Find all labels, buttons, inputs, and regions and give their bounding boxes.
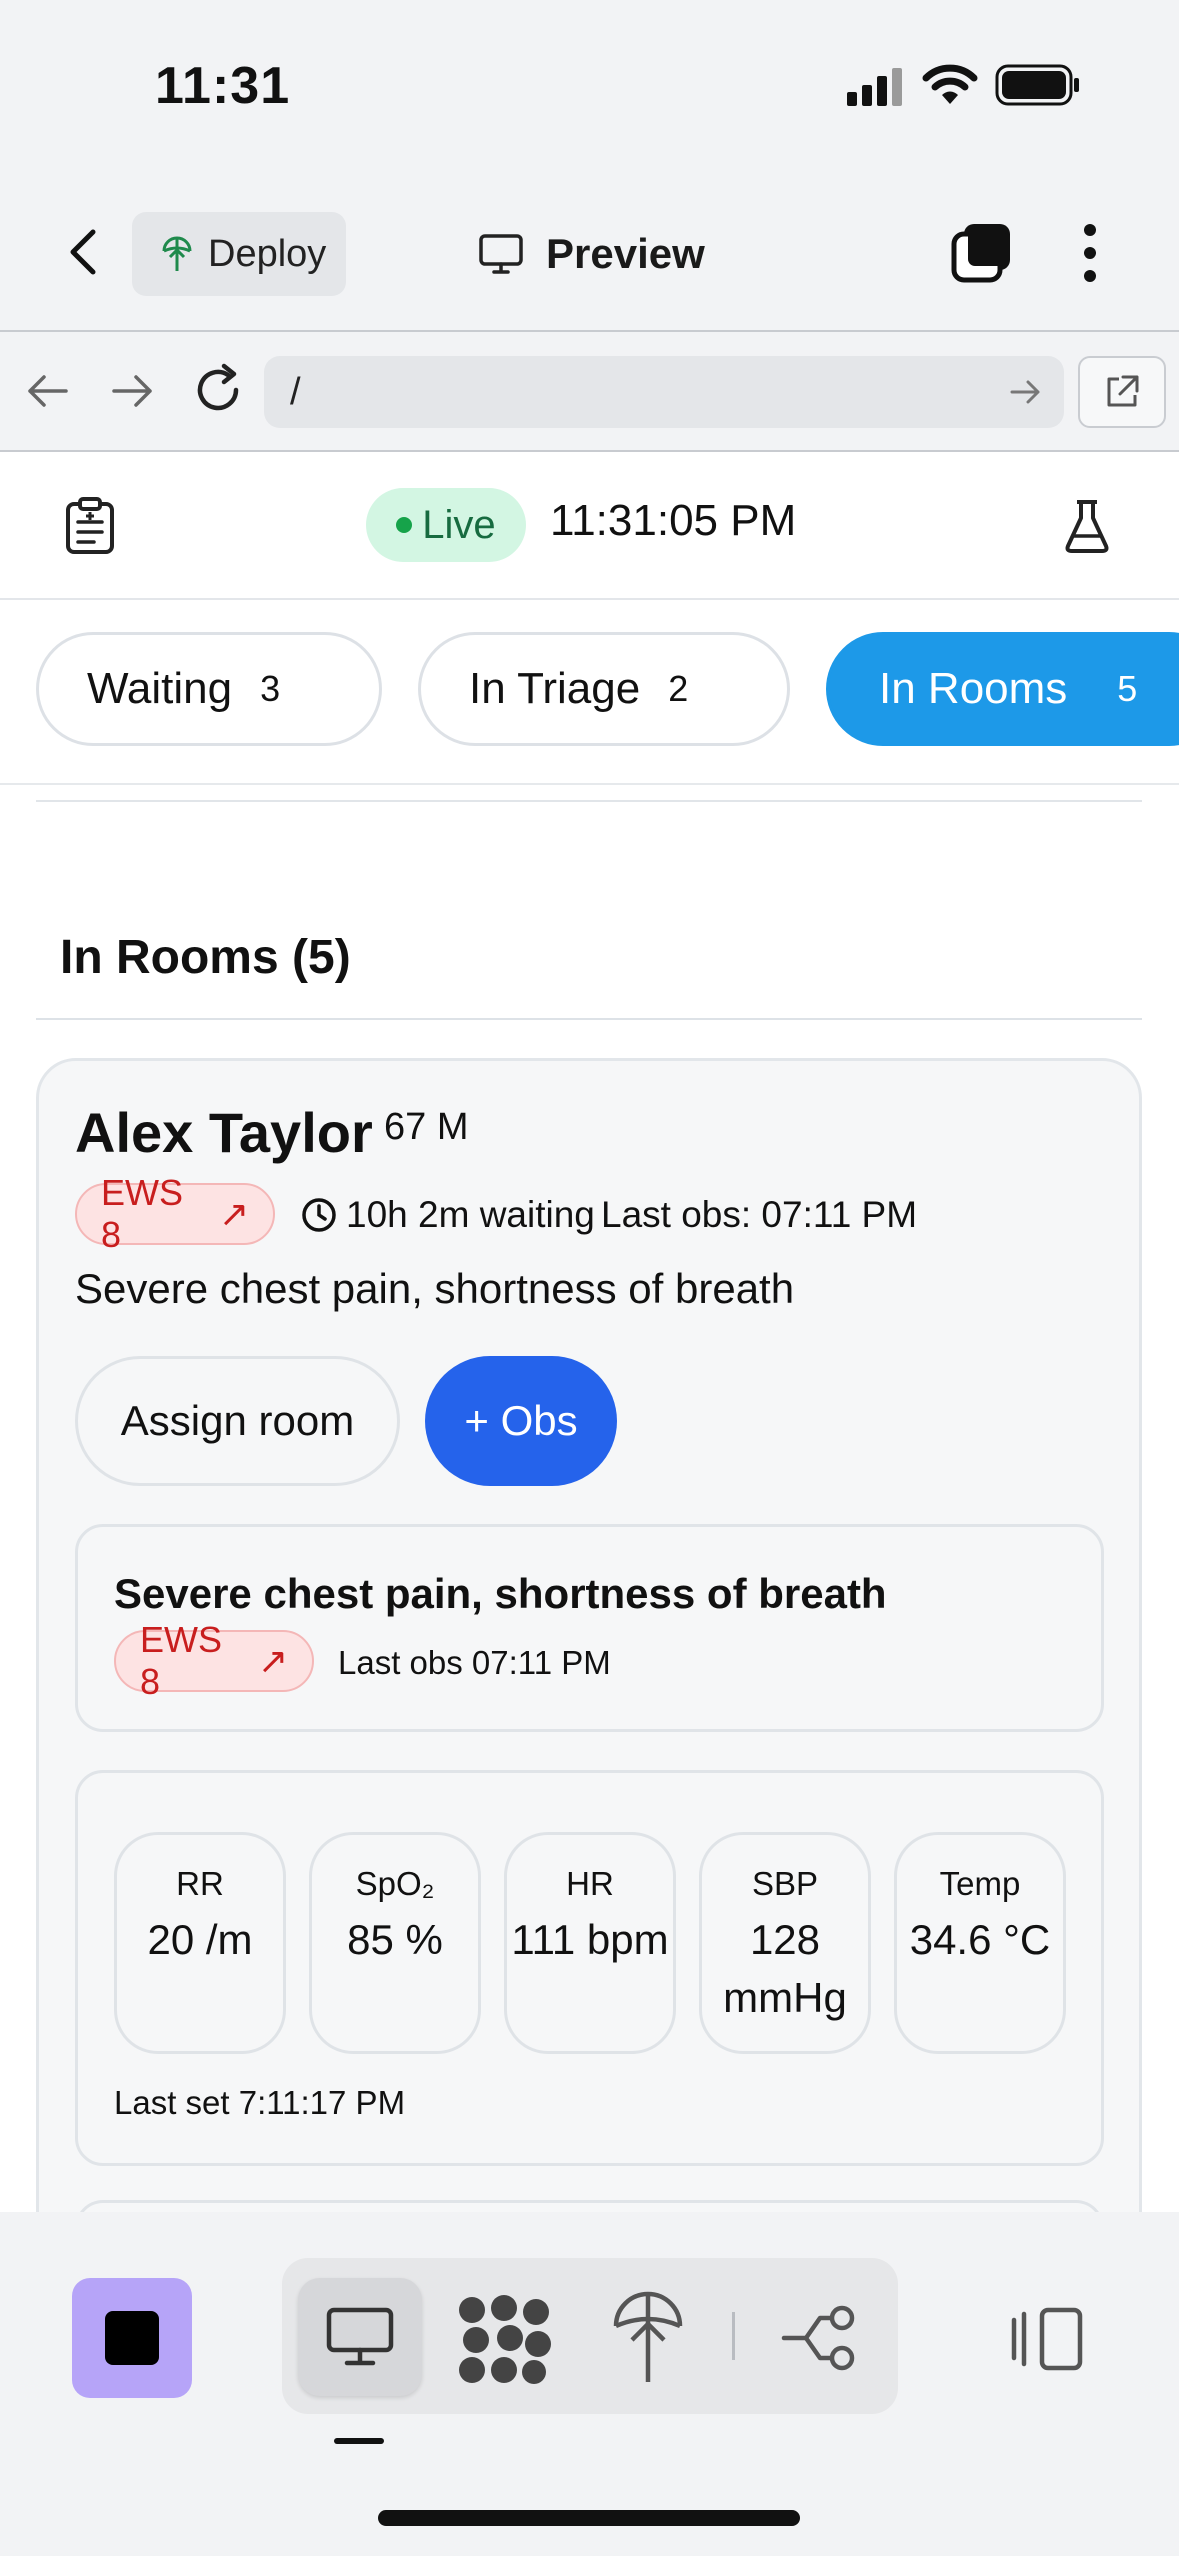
deploy-tool-icon[interactable] — [608, 2286, 688, 2386]
vital-sbp: SBP 128 mmHg — [699, 1832, 871, 2054]
assign-room-button[interactable]: Assign room — [75, 1356, 400, 1486]
open-external-button[interactable] — [1078, 356, 1166, 428]
vital-value: 20 /m — [147, 1916, 253, 1963]
stop-icon — [105, 2311, 159, 2365]
summary-ews-badge: EWS 8 ↗ — [114, 1619, 314, 1702]
browser-back-icon[interactable] — [22, 365, 74, 417]
tab-in-rooms-label: In Rooms — [879, 664, 1068, 713]
tab-in-triage-label: In Triage — [469, 664, 641, 713]
preview-label: Preview — [546, 230, 705, 277]
flask-icon[interactable] — [1062, 498, 1112, 554]
vital-value: 34.6 °C — [909, 1916, 1051, 1963]
home-indicator[interactable] — [378, 2510, 800, 2526]
tab-waiting-label: Waiting — [87, 664, 233, 713]
back-chevron-icon[interactable] — [55, 222, 115, 282]
preview-tab[interactable]: Preview — [478, 222, 705, 286]
battery-icon — [995, 64, 1079, 106]
vital-spo2: SpO₂ 85 % — [309, 1832, 481, 2054]
live-label: Live — [422, 502, 496, 547]
vital-value: 111 bpm — [511, 1916, 669, 1963]
live-status-badge: Live — [366, 488, 526, 562]
monitor-icon — [326, 2307, 394, 2366]
tab-waiting[interactable]: Waiting 3 — [36, 632, 382, 746]
summary-complaint: Severe chest pain, shortness of breath — [114, 1570, 887, 1617]
summary-last-obs: Last obs 07:11 PM — [338, 1644, 611, 1681]
vital-value: 85 % — [347, 1916, 443, 1963]
vital-label: SBP — [751, 1865, 819, 1902]
vital-hr: HR 111 bpm — [504, 1832, 676, 2054]
reload-icon[interactable] — [188, 360, 248, 420]
tab-in-rooms-count: 5 — [1117, 668, 1138, 709]
clock-icon — [302, 1198, 336, 1232]
stop-button[interactable] — [72, 2278, 192, 2398]
section-title: In Rooms (5) — [60, 931, 351, 984]
content-divider — [36, 800, 1142, 802]
vital-temp: Temp 34.6 °C — [894, 1832, 1066, 2054]
browser-forward-icon[interactable] — [106, 365, 158, 417]
vital-label: RR — [176, 1865, 224, 1902]
tab-in-triage-count: 2 — [668, 668, 689, 709]
vital-value: 128 mmHg — [723, 1916, 847, 2021]
active-tool-indicator — [334, 2438, 384, 2444]
trend-up-icon: ↗ — [257, 1640, 288, 1681]
external-link-icon — [1107, 375, 1139, 407]
vital-label: HR — [566, 1865, 614, 1902]
trend-up-icon: ↗ — [218, 1193, 249, 1234]
more-options-icon[interactable] — [1070, 220, 1110, 286]
url-input[interactable]: / — [264, 356, 1064, 428]
live-dot — [396, 517, 413, 533]
monitor-icon — [479, 234, 523, 274]
last-obs-time: Last obs: 07:11 PM — [601, 1194, 918, 1235]
tabs-switcher-icon[interactable] — [950, 220, 1016, 286]
section-divider — [36, 1018, 1142, 1020]
vital-rr: RR 20 /m — [114, 1832, 286, 2054]
patient-age-sex: 67 M — [384, 1106, 469, 1148]
vital-label: Temp — [939, 1865, 1021, 1902]
workflow-icon[interactable] — [780, 2300, 860, 2376]
tab-waiting-count: 3 — [260, 668, 281, 709]
clipboard-icon[interactable] — [62, 496, 118, 556]
chief-complaint: Severe chest pain, shortness of breath — [75, 1265, 795, 1312]
cellular-signal-icon — [847, 68, 902, 106]
patient-name: Alex Taylor — [75, 1101, 373, 1164]
top-bar-divider — [0, 598, 1179, 600]
deploy-button[interactable]: Deploy — [132, 212, 346, 296]
summary-ews-score: EWS 8 — [140, 1619, 223, 1702]
waiting-duration: 10h 2m waiting — [346, 1194, 595, 1235]
ews-badge: EWS 8 ↗ — [75, 1172, 275, 1255]
vitals-last-set: Last set 7:11:17 PM — [114, 2084, 406, 2121]
wifi-icon — [922, 64, 978, 104]
add-obs-button[interactable]: + Obs — [425, 1356, 617, 1486]
status-time: 11:31 — [155, 57, 291, 115]
vital-label: SpO₂ — [355, 1865, 435, 1902]
tab-in-triage[interactable]: In Triage 2 — [418, 632, 790, 746]
tabs-divider — [0, 783, 1179, 785]
preview-tool-button[interactable] — [298, 2278, 422, 2396]
ews-score: EWS 8 — [101, 1172, 184, 1255]
tab-in-rooms[interactable]: In Rooms 5 — [826, 632, 1179, 746]
live-clock: 11:31:05 PM — [550, 496, 797, 545]
url-go-arrow-icon[interactable] — [1006, 372, 1046, 412]
toolbar-separator — [732, 2312, 735, 2360]
side-panel-icon[interactable] — [1006, 2306, 1086, 2372]
deploy-label: Deploy — [208, 232, 327, 275]
graph-nodes-icon[interactable] — [454, 2294, 554, 2384]
deploy-icon — [162, 236, 192, 271]
